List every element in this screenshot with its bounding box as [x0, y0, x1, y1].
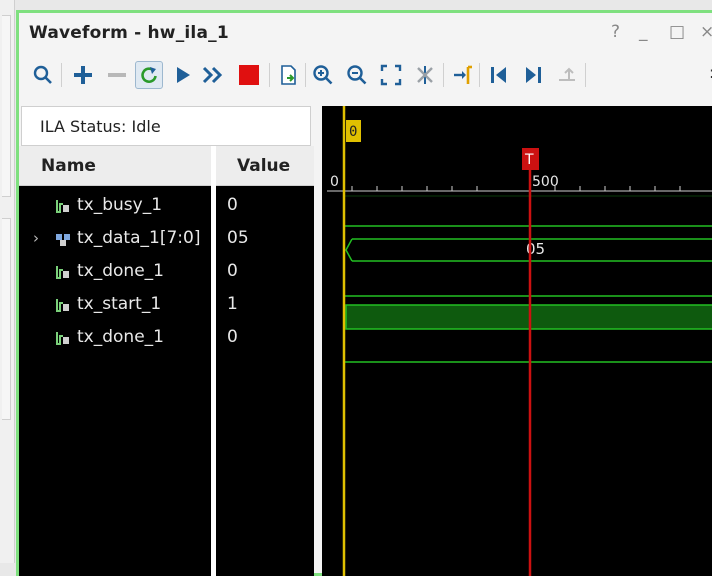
toolbar-separator [585, 63, 586, 87]
zoom-out-icon[interactable] [343, 61, 371, 89]
remove-icon[interactable] [103, 61, 131, 89]
signal-name: tx_data_1[7:0] [77, 228, 201, 248]
add-marker-icon[interactable] [553, 61, 581, 89]
go-to-end-icon[interactable] [519, 61, 547, 89]
toolbar-separator [61, 63, 62, 87]
signal-row[interactable]: › tx_data_1[7:0] 05 [19, 223, 314, 256]
refresh-icon[interactable] [135, 61, 163, 89]
signal-name: tx_done_1 [77, 327, 164, 347]
bit-signal-icon [55, 264, 71, 284]
stop-icon[interactable] [235, 61, 263, 89]
window-title: Waveform - hw_ila_1 [29, 23, 229, 43]
bus-signal-icon [55, 231, 71, 251]
minimize-button[interactable]: _ [639, 22, 648, 42]
signal-value: 0 [227, 327, 238, 347]
left-dock-strip [0, 0, 15, 563]
waveform-window: Waveform - hw_ila_1 ? _ □ × ILA Status: … [16, 10, 712, 576]
toolbar-separator [443, 63, 444, 87]
value-column-header[interactable]: Value [216, 146, 314, 186]
value-column-label: Value [237, 156, 291, 176]
signal-name: tx_busy_1 [77, 195, 163, 215]
toolbar-separator [305, 63, 306, 87]
signal-row[interactable]: tx_busy_1 0 [19, 190, 314, 223]
ila-status-field: ILA Status: Idle [21, 106, 311, 146]
expand-chevron-icon[interactable]: › [33, 229, 39, 247]
ruler-label: 0 [330, 174, 339, 190]
name-column-label: Name [41, 156, 96, 176]
signal-row[interactable]: tx_done_1 0 [19, 322, 314, 355]
go-to-cursor-icon[interactable] [449, 61, 477, 89]
signal-name: tx_start_1 [77, 294, 162, 314]
name-column-header[interactable]: Name [19, 146, 211, 186]
maximize-button[interactable]: □ [669, 22, 685, 42]
signal-row[interactable]: tx_start_1 1 [19, 289, 314, 322]
zoom-fit-icon[interactable] [377, 61, 405, 89]
title-bar: Waveform - hw_ila_1 ? _ □ × [19, 13, 712, 53]
signal-name: tx_done_1 [77, 261, 164, 281]
waveform-canvas[interactable]: 0 500 1 05 0 T [322, 106, 712, 576]
signal-list: Name Value tx_busy_1 0 › tx_data_1[7:0] … [19, 146, 314, 576]
toolbar-separator [479, 63, 480, 87]
bit-signal-icon [55, 297, 71, 317]
bit-signal-icon [55, 330, 71, 350]
cursor-icon[interactable] [411, 61, 439, 89]
dock-tab[interactable] [2, 218, 11, 420]
cursor-label: 0 [349, 124, 357, 140]
signal-row[interactable]: tx_done_1 0 [19, 256, 314, 289]
signal-value: 05 [227, 228, 249, 248]
fast-forward-icon[interactable] [199, 61, 227, 89]
run-icon[interactable] [169, 61, 197, 89]
close-button[interactable]: × [700, 22, 712, 42]
ila-status-text: ILA Status: Idle [40, 117, 161, 136]
toolbar-separator [269, 63, 270, 87]
signal-value: 1 [227, 294, 238, 314]
trigger-label: T [524, 152, 534, 168]
signal-value: 0 [227, 261, 238, 281]
help-button[interactable]: ? [611, 22, 620, 42]
signal-value: 0 [227, 195, 238, 215]
dock-tab[interactable] [2, 15, 11, 197]
search-icon[interactable] [29, 61, 57, 89]
export-icon[interactable] [275, 61, 303, 89]
add-icon[interactable] [69, 61, 97, 89]
ruler-label: 500 [532, 174, 559, 190]
bit-signal-icon [55, 198, 71, 218]
zoom-in-icon[interactable] [309, 61, 337, 89]
go-to-start-icon[interactable] [485, 61, 513, 89]
toolbar: : [19, 53, 712, 97]
